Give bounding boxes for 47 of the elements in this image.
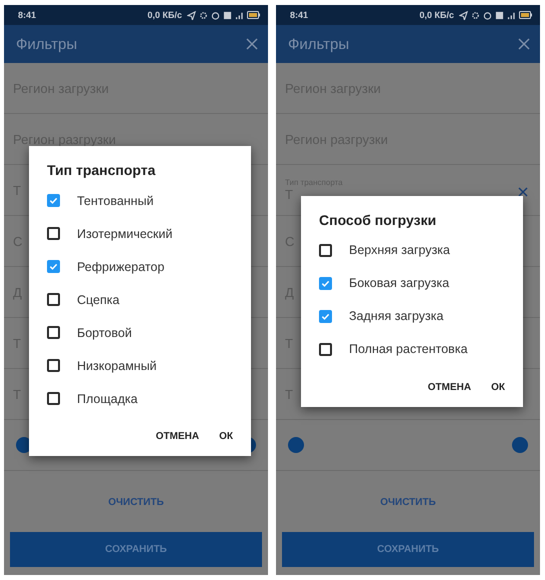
option-label[interactable]: Тентованный [77,194,154,208]
checkbox[interactable] [319,276,332,290]
checkbox[interactable] [47,326,60,339]
checkbox[interactable] [47,392,60,405]
clear-button[interactable]: ОЧИСТИТЬ [376,493,440,512]
slider-thumb[interactable] [512,437,528,453]
save-button[interactable]: СОХРАНИТЬ [10,532,262,567]
close-icon[interactable] [518,187,528,197]
dialog-title: Способ погрузки [318,212,438,230]
battery-icon [247,11,260,19]
option-label[interactable]: Задняя загрузка [349,309,444,323]
status-time: 8:41 [18,10,38,20]
option-label[interactable]: Боковая загрузка [349,276,450,290]
location-icon [459,10,468,20]
option-label[interactable]: Сцепка [77,292,120,306]
option-label[interactable]: Рефрижератор [77,260,164,274]
checkbox[interactable] [47,194,60,207]
option-label[interactable]: Низкорамный [77,358,157,372]
app-bar-title: Фильтры [16,36,78,52]
option-label[interactable]: Полная растентовка [349,342,468,356]
checkbox[interactable] [319,244,332,256]
cancel-button[interactable]: ОТМЕНА [150,427,206,446]
checkbox[interactable] [47,293,60,306]
clear-button[interactable]: ОЧИСТИТЬ [104,493,168,512]
checkbox[interactable] [47,227,60,240]
option-label[interactable]: Верхняя загрузка [349,243,450,257]
signal-icon [507,10,516,20]
checkbox[interactable] [47,260,60,273]
option-label[interactable]: Бортовой [77,326,132,340]
ok-button[interactable]: ОК [485,378,511,396]
location-icon [187,10,196,20]
app-bar-title: Фильтры [288,36,350,52]
checkbox[interactable] [47,359,60,372]
slider-thumb[interactable] [288,437,304,453]
network-speed: 0,0 КБ/с [148,10,182,20]
option-label[interactable]: Площадка [77,392,138,406]
option-label[interactable]: Изотермический [77,226,172,240]
signal-icon [235,10,244,20]
checkbox[interactable] [319,342,332,356]
ok-button[interactable]: ОК [213,427,239,446]
battery-icon [519,11,532,19]
cancel-button[interactable]: ОТМЕНА [422,378,478,396]
save-button[interactable]: СОХРАНИТЬ [282,532,534,567]
network-speed: 0,0 КБ/с [420,10,454,20]
checkbox[interactable] [319,310,332,322]
status-time: 8:41 [290,10,310,20]
dialog-title: Тип транспорта [46,162,156,180]
